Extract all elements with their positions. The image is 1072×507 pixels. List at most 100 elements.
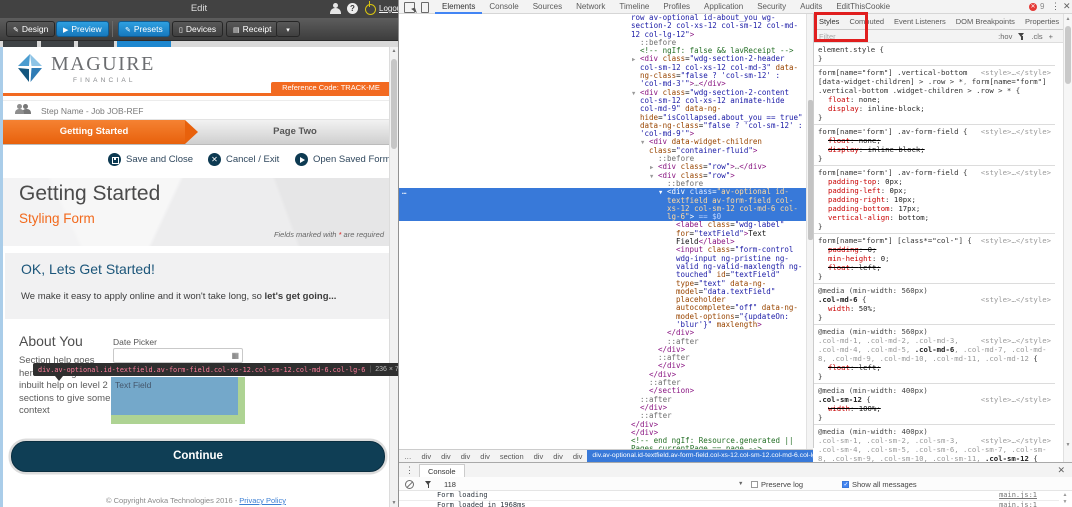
tree-line[interactable]: <input class="form-control wdg-input ng-… bbox=[399, 246, 806, 329]
tree-line[interactable]: </div> bbox=[399, 362, 806, 370]
tree-line[interactable]: ::after bbox=[399, 337, 806, 346]
tree-line[interactable]: </div> bbox=[399, 420, 806, 429]
breadcrumb-item[interactable]: div bbox=[475, 452, 495, 461]
receipt-dropdown-button[interactable]: ▾ bbox=[276, 21, 300, 37]
console-source-link[interactable]: main.js:1 bbox=[999, 501, 1037, 507]
preserve-log-checkbox[interactable] bbox=[751, 481, 758, 488]
css-property[interactable]: padding-left: 0px; bbox=[818, 186, 1051, 195]
drawer-menu-icon[interactable]: ⋮ bbox=[405, 465, 414, 476]
css-rule[interactable]: <style>…</style> form[name="form"] [class… bbox=[814, 234, 1055, 284]
tab-page-two[interactable]: Page Two bbox=[198, 120, 392, 144]
power-icon[interactable] bbox=[365, 1, 376, 15]
tree-line[interactable]: ::after bbox=[399, 354, 806, 362]
tree-line[interactable]: ▶ <div class="row">…</div> bbox=[399, 163, 806, 172]
show-all-messages-option[interactable]: Show all messages bbox=[842, 480, 917, 489]
tree-line[interactable]: row av-optional id-about_you wg-section-… bbox=[399, 14, 806, 39]
receipt-button[interactable]: ▤ Receipt bbox=[226, 21, 279, 37]
stylesheet-source-link[interactable]: <style>…</style> bbox=[981, 127, 1051, 136]
devtools-tab-security[interactable]: Security bbox=[750, 0, 793, 14]
css-property[interactable]: display: inline-block; bbox=[818, 104, 1051, 113]
stylesheet-source-link[interactable]: <style>…</style> bbox=[981, 236, 1051, 245]
sidebar-tab-event-listeners[interactable]: Event Listeners bbox=[889, 14, 951, 29]
console-filter-icon[interactable] bbox=[425, 481, 432, 488]
filter-funnel-icon[interactable] bbox=[1018, 33, 1025, 40]
breadcrumb-item[interactable]: div bbox=[456, 452, 476, 461]
tree-line[interactable]: ::after bbox=[399, 412, 806, 420]
css-rule[interactable]: <style>…</style> form[name='form'] .av-fo… bbox=[814, 125, 1055, 166]
devtools-tab-timeline[interactable]: Timeline bbox=[612, 0, 656, 14]
scroll-up-arrow[interactable]: ▲ bbox=[1064, 16, 1072, 22]
tree-line[interactable]: </section> bbox=[399, 387, 806, 395]
presets-button[interactable]: ✎ Presets bbox=[118, 21, 170, 37]
drawer-close-icon[interactable]: ✕ bbox=[1057, 465, 1065, 476]
breadcrumb-item[interactable]: section bbox=[495, 452, 529, 461]
tree-line[interactable]: ▶ <div class="wdg-section-2-header col-sm… bbox=[399, 55, 806, 88]
help-icon[interactable]: ? bbox=[347, 3, 358, 14]
tree-line[interactable]: </div> bbox=[399, 370, 806, 379]
stylesheet-source-link[interactable]: <style>…</style> bbox=[981, 395, 1051, 404]
scroll-down-arrow[interactable]: ▼ bbox=[390, 500, 398, 506]
css-property[interactable]: min-height: 0; bbox=[818, 254, 1051, 263]
scrollbar-thumb[interactable] bbox=[391, 59, 397, 149]
css-property[interactable]: vertical-align: bottom; bbox=[818, 213, 1051, 222]
css-property[interactable]: padding-bottom: 17px; bbox=[818, 204, 1051, 213]
css-rule[interactable]: @media (min-width: 560px) <style>…</style… bbox=[814, 325, 1055, 384]
devtools-tab-console[interactable]: Console bbox=[482, 0, 525, 14]
console-scrollbar[interactable]: ▲ ▼ bbox=[1061, 492, 1069, 506]
new-rule-button[interactable]: + bbox=[1049, 32, 1053, 41]
devtools-tab-sources[interactable]: Sources bbox=[526, 0, 569, 14]
tree-line[interactable]: ::after bbox=[399, 378, 806, 387]
breadcrumb-item[interactable]: div bbox=[417, 452, 437, 461]
error-count[interactable]: 9 bbox=[1040, 2, 1044, 11]
devtools-close-icon[interactable]: ✕ bbox=[1063, 1, 1071, 12]
css-property[interactable]: float: left; bbox=[818, 263, 1051, 272]
css-property[interactable]: padding: 0; bbox=[818, 245, 1051, 254]
breadcrumb-item[interactable]: div bbox=[436, 452, 456, 461]
user-icon[interactable] bbox=[330, 3, 341, 14]
tree-line[interactable]: ▼ <div class="wdg-section-2-content col-s… bbox=[399, 88, 806, 139]
stylesheet-source-link[interactable]: <style>…</style> bbox=[981, 295, 1051, 304]
kebab-menu-icon[interactable]: ⋮ bbox=[1051, 1, 1060, 12]
console-source-link[interactable]: main.js:1 bbox=[999, 491, 1037, 500]
inspect-element-icon[interactable] bbox=[404, 2, 415, 13]
show-all-checkbox[interactable] bbox=[842, 481, 849, 488]
breadcrumb-item-selected[interactable]: div.av-optional.id-textfield.av-form-fie… bbox=[587, 450, 813, 462]
devtools-tab-network[interactable]: Network bbox=[569, 0, 612, 14]
breadcrumb-item[interactable]: div bbox=[568, 452, 588, 461]
tree-line[interactable]: </div> bbox=[399, 329, 806, 337]
privacy-policy-link[interactable]: Privacy Policy bbox=[239, 496, 286, 505]
console-message[interactable]: Form loading main.js:1 bbox=[399, 491, 1059, 501]
css-property[interactable]: float: left; bbox=[818, 363, 1051, 372]
calendar-icon[interactable]: ▦ bbox=[231, 351, 239, 360]
sidebar-tab-dom-breakpoints[interactable]: DOM Breakpoints bbox=[951, 14, 1020, 29]
tree-line[interactable]: </div> bbox=[399, 403, 806, 412]
css-rule[interactable]: <style>…</style> form[name='form'] .av-fo… bbox=[814, 166, 1055, 234]
devices-button[interactable]: ▯ Devices bbox=[172, 21, 224, 37]
clear-console-icon[interactable] bbox=[405, 480, 414, 489]
stylesheet-source-link[interactable]: <style>…</style> bbox=[981, 168, 1051, 177]
preserve-log-option[interactable]: Preserve log bbox=[751, 480, 803, 489]
css-rule[interactable]: @media (min-width: 400px) <style>…</style… bbox=[814, 384, 1055, 425]
hov-toggle[interactable]: :hov bbox=[998, 32, 1012, 41]
css-rule[interactable]: <style>…</style> form[name="form"] .verti… bbox=[814, 66, 1055, 125]
device-mode-icon[interactable] bbox=[421, 2, 429, 13]
css-property[interactable]: width: 50%; bbox=[818, 304, 1051, 313]
tree-line[interactable]: … ▼ <div class="av-optional id-textfield a… bbox=[399, 187, 806, 222]
tree-line[interactable]: </div> bbox=[399, 345, 806, 354]
tree-line[interactable]: <label class="wdg-label" for="textField"… bbox=[399, 221, 806, 246]
styles-scrollbar[interactable]: ▲ ▼ bbox=[1063, 14, 1072, 462]
tree-line[interactable]: <!-- end ngIf: Resource.generated || Pag… bbox=[399, 436, 806, 449]
css-property[interactable]: padding-right: 10px; bbox=[818, 195, 1051, 204]
stylesheet-source-link[interactable]: <style>…</style> bbox=[981, 68, 1051, 77]
breadcrumb-item[interactable]: … bbox=[399, 452, 417, 461]
error-badge-icon[interactable]: ✕ bbox=[1029, 3, 1037, 11]
scroll-down-arrow[interactable]: ▼ bbox=[1064, 442, 1072, 448]
logout-link[interactable]: Logout bbox=[379, 4, 398, 13]
scroll-up-arrow[interactable]: ▲ bbox=[390, 48, 398, 54]
tree-line[interactable]: ▼ <div data-widget-children class="contai… bbox=[399, 138, 806, 155]
sidebar-tab-properties[interactable]: Properties bbox=[1020, 14, 1063, 29]
css-rule[interactable]: element.style {} bbox=[814, 43, 1055, 66]
breadcrumb-item[interactable]: div bbox=[529, 452, 549, 461]
css-rule[interactable]: @media (min-width: 560px) <style>…</style… bbox=[814, 284, 1055, 325]
breadcrumb-item[interactable]: div bbox=[548, 452, 568, 461]
